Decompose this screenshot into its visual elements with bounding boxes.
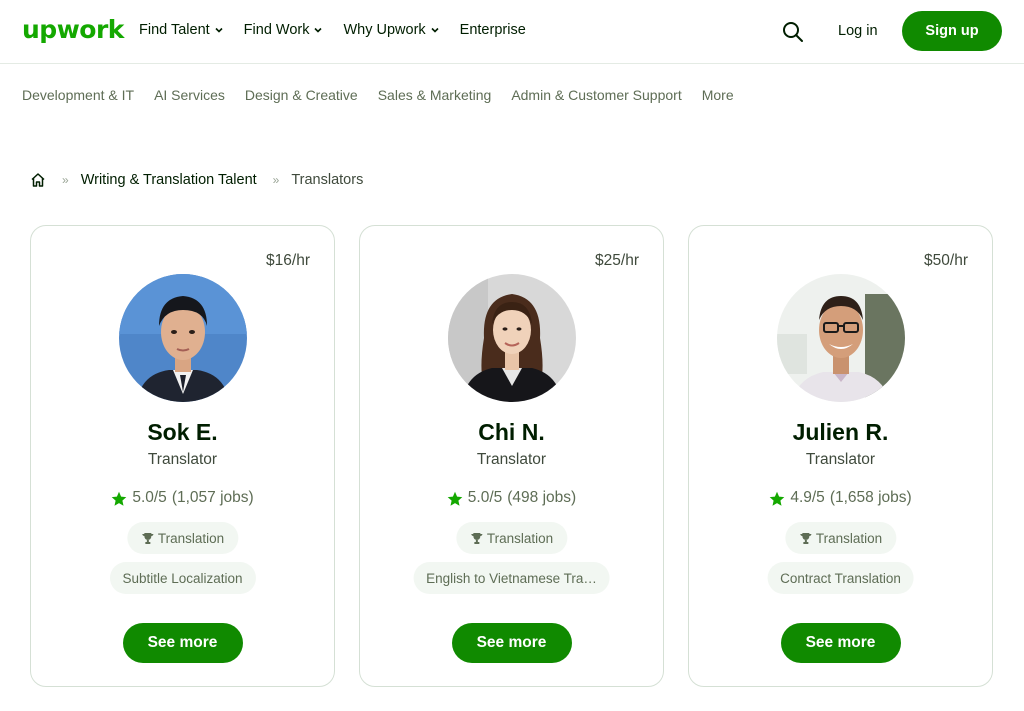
jobs-count: (1,057 jobs): [171, 488, 254, 506]
category-nav: Development & IT AI Services Design & Cr…: [22, 87, 734, 103]
rating-score: 4.9/5: [790, 488, 825, 506]
star-icon: [447, 491, 463, 506]
skill-badge-label: Translation: [157, 530, 225, 546]
skill-badge-label: Translation: [486, 530, 554, 546]
skill-badge-label: Translation: [815, 530, 883, 546]
freelancer-title: Translator: [805, 451, 876, 468]
freelancer-name[interactable]: Sok E.: [31, 419, 334, 446]
trophy-icon: [799, 532, 811, 544]
rating-score: 5.0/5: [467, 488, 503, 506]
rating-row: 4.9/5 (1,658 jobs): [689, 488, 992, 507]
see-more-button[interactable]: See more: [122, 623, 243, 663]
category-development-it[interactable]: Development & IT: [22, 87, 134, 103]
chevron-down-icon: [215, 27, 223, 33]
star-icon: [770, 491, 785, 506]
rating-row: 5.0/5 (498 jobs): [360, 488, 663, 507]
avatar[interactable]: [777, 274, 905, 402]
category-more[interactable]: More: [702, 87, 734, 103]
breadcrumb-writing-translation[interactable]: Writing & Translation Talent: [81, 172, 257, 188]
nav-why-upwork-label: Why Upwork: [343, 22, 426, 38]
nav-find-work[interactable]: Find Work: [244, 22, 324, 38]
trophy-icon: [141, 532, 153, 544]
nav-find-work-label: Find Work: [243, 22, 310, 38]
rating-score: 5.0/5: [132, 488, 167, 506]
nav-enterprise-label: Enterprise: [459, 22, 526, 38]
skill-tag[interactable]: Subtitle Localization: [109, 562, 256, 594]
freelancer-name[interactable]: Chi N.: [360, 419, 663, 446]
jobs-count: (498 jobs): [507, 488, 577, 506]
rating-row: 5.0/5 (1,057 jobs): [31, 488, 334, 507]
avatar[interactable]: [448, 274, 576, 402]
freelancer-card: $50/hr Julien R. Translator 4.9/5 (1,658…: [688, 225, 993, 687]
category-design-creative[interactable]: Design & Creative: [245, 87, 358, 103]
freelancer-name[interactable]: Julien R.: [689, 419, 992, 446]
top-header: upwork Find Talent Find Work Why Upwork …: [0, 0, 1024, 64]
freelancer-card: $16/hr Sok E. Translator 5.0/5 (1,057 jo…: [30, 225, 335, 687]
home-icon[interactable]: [30, 172, 46, 188]
freelancer-title: Translator: [147, 451, 218, 468]
breadcrumb-separator: »: [272, 173, 280, 187]
see-more-button[interactable]: See more: [780, 623, 901, 663]
skill-tag[interactable]: English to Vietnamese Tra…: [413, 562, 610, 594]
chevron-down-icon: [431, 27, 439, 33]
breadcrumb: » Writing & Translation Talent » Transla…: [30, 172, 363, 188]
hourly-rate: $50/hr: [924, 252, 968, 269]
upwork-logo[interactable]: upwork: [22, 15, 124, 44]
see-more-button[interactable]: See more: [451, 623, 572, 663]
jobs-count: (1,658 jobs): [829, 488, 912, 506]
nav-find-talent[interactable]: Find Talent: [139, 22, 224, 38]
skill-badge[interactable]: Translation: [784, 522, 897, 554]
nav-enterprise[interactable]: Enterprise: [460, 22, 526, 38]
signup-button[interactable]: Sign up: [902, 11, 1002, 51]
hourly-rate: $25/hr: [595, 252, 639, 269]
category-sales-marketing[interactable]: Sales & Marketing: [378, 87, 492, 103]
main-nav: Find Talent Find Work Why Upwork Enterpr…: [139, 22, 526, 38]
skill-badge[interactable]: Translation: [455, 522, 568, 554]
chevron-down-icon: [314, 27, 323, 33]
freelancer-title: Translator: [476, 451, 547, 468]
freelancer-card: $25/hr Chi N. Translator 5.0/5 (498 jobs…: [359, 225, 664, 687]
login-link[interactable]: Log in: [838, 23, 878, 39]
nav-find-talent-label: Find Talent: [139, 22, 210, 38]
nav-why-upwork[interactable]: Why Upwork: [343, 22, 439, 38]
skill-tag[interactable]: Contract Translation: [767, 562, 914, 594]
breadcrumb-current: Translators: [291, 172, 364, 188]
category-admin-support[interactable]: Admin & Customer Support: [511, 87, 681, 103]
category-ai-services[interactable]: AI Services: [154, 87, 225, 103]
search-icon[interactable]: [781, 20, 805, 44]
breadcrumb-separator: »: [62, 173, 69, 187]
trophy-icon: [470, 532, 482, 544]
star-icon: [112, 491, 127, 506]
skill-badge[interactable]: Translation: [126, 522, 239, 554]
avatar[interactable]: [119, 274, 247, 402]
hourly-rate: $16/hr: [266, 252, 310, 269]
